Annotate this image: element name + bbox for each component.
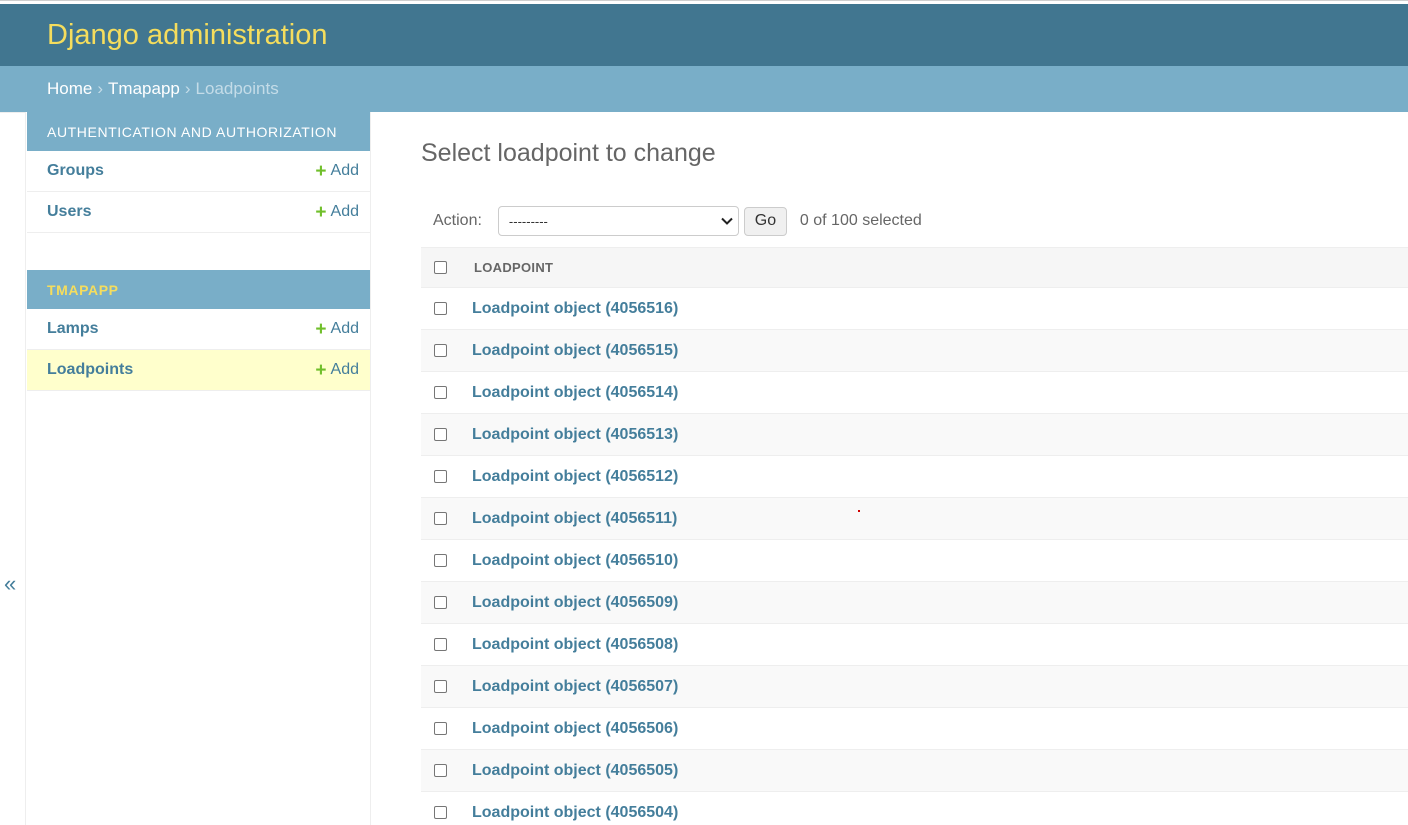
loadpoint-link[interactable]: Loadpoint object (4056504) — [472, 804, 678, 822]
breadcrumb-separator: › — [184, 79, 191, 98]
table-row: Loadpoint object (4056507) — [421, 666, 1408, 708]
table-row: Loadpoint object (4056509) — [421, 582, 1408, 624]
add-groups-button[interactable]: + Add — [315, 162, 359, 181]
selection-counter: 0 of 100 selected — [799, 212, 922, 229]
nav-toggle-strip: « — [0, 112, 26, 825]
table-row: Loadpoint object (4056506) — [421, 708, 1408, 750]
sidebar-item-groups: Groups + Add — [27, 151, 370, 192]
add-lamps-button[interactable]: + Add — [315, 320, 359, 339]
table-row: Loadpoint object (4056511) — [421, 498, 1408, 540]
row-checkbox[interactable] — [434, 806, 447, 819]
plus-icon: + — [315, 318, 327, 340]
loadpoint-link[interactable]: Loadpoint object (4056509) — [472, 594, 678, 612]
add-label: Add — [330, 162, 359, 179]
chevron-down-icon — [721, 217, 733, 225]
loadpoint-link[interactable]: Loadpoint object (4056512) — [472, 468, 678, 486]
table-row: Loadpoint object (4056515) — [421, 330, 1408, 372]
add-loadpoints-button[interactable]: + Add — [315, 361, 359, 380]
loadpoint-link[interactable]: Loadpoint object (4056510) — [472, 552, 678, 570]
sidebar-item-users: Users + Add — [27, 192, 370, 233]
row-checkbox[interactable] — [434, 764, 447, 777]
add-label: Add — [330, 320, 359, 337]
table-row: Loadpoint object (4056504) — [421, 792, 1408, 825]
row-checkbox[interactable] — [434, 554, 447, 567]
table-row: Loadpoint object (4056513) — [421, 414, 1408, 456]
table-body: Loadpoint object (4056516) Loadpoint obje… — [421, 288, 1408, 825]
plus-icon: + — [315, 359, 327, 381]
breadcrumb-app[interactable]: Tmapapp — [108, 79, 180, 99]
site-name[interactable]: Django administration — [47, 19, 327, 52]
loadpoint-link[interactable]: Loadpoint object (4056507) — [472, 678, 678, 696]
row-checkbox[interactable] — [434, 596, 447, 609]
main-container: « Authentication and Authorization Group… — [0, 112, 1408, 825]
loadpoint-link[interactable]: Loadpoint object (4056508) — [472, 636, 678, 654]
row-checkbox[interactable] — [434, 386, 447, 399]
model-link-users[interactable]: Users — [47, 203, 91, 221]
row-checkbox[interactable] — [434, 302, 447, 315]
add-label: Add — [330, 203, 359, 220]
loadpoint-link[interactable]: Loadpoint object (4056514) — [472, 384, 678, 402]
row-checkbox[interactable] — [434, 638, 447, 651]
table-row: Loadpoint object (4056516) — [421, 288, 1408, 330]
row-checkbox[interactable] — [434, 470, 447, 483]
module-spacer — [27, 233, 370, 270]
row-checkbox[interactable] — [434, 344, 447, 357]
double-chevron-left-icon[interactable]: « — [4, 571, 16, 597]
breadcrumb-home[interactable]: Home — [47, 79, 92, 99]
page-title: Select loadpoint to change — [421, 139, 716, 167]
table-row: Loadpoint object (4056505) — [421, 750, 1408, 792]
go-button[interactable]: Go — [743, 206, 787, 236]
module-caption-auth[interactable]: Authentication and Authorization — [27, 112, 370, 151]
breadcrumb: Home › Tmapapp › Loadpoints — [0, 66, 1408, 112]
row-checkbox[interactable] — [434, 428, 447, 441]
sidebar: Authentication and Authorization Groups … — [27, 112, 371, 825]
row-checkbox[interactable] — [434, 722, 447, 735]
loadpoint-link[interactable]: Loadpoint object (4056516) — [472, 300, 678, 318]
table-row: Loadpoint object (4056508) — [421, 624, 1408, 666]
action-bar: Action: --------- Go 0 of 100 selected — [421, 205, 922, 237]
loadpoint-link[interactable]: Loadpoint object (4056515) — [472, 342, 678, 360]
table-row: Loadpoint object (4056510) — [421, 540, 1408, 582]
table-row: Loadpoint object (4056512) — [421, 456, 1408, 498]
sidebar-item-loadpoints: Loadpoints + Add — [27, 350, 370, 391]
loadpoint-link[interactable]: Loadpoint object (4056506) — [472, 720, 678, 738]
add-label: Add — [330, 361, 359, 378]
module-caption-tmapapp[interactable]: Tmapapp — [27, 270, 370, 309]
action-label: Action: — [433, 212, 482, 229]
plus-icon: + — [315, 160, 327, 182]
model-link-groups[interactable]: Groups — [47, 162, 104, 180]
result-table: LOADPOINT Loadpoint object (4056516) Load… — [421, 247, 1408, 825]
model-link-loadpoints[interactable]: Loadpoints — [47, 361, 133, 379]
add-users-button[interactable]: + Add — [315, 203, 359, 222]
row-checkbox[interactable] — [434, 680, 447, 693]
breadcrumb-separator: › — [97, 79, 104, 98]
plus-icon: + — [315, 201, 327, 223]
stray-red-dot — [858, 510, 860, 512]
breadcrumb-current: Loadpoints — [195, 79, 279, 98]
column-header-loadpoint[interactable]: LOADPOINT — [474, 260, 553, 275]
site-header: Django administration — [0, 4, 1408, 66]
table-row: Loadpoint object (4056514) — [421, 372, 1408, 414]
row-checkbox[interactable] — [434, 512, 447, 525]
action-select[interactable]: --------- — [497, 206, 739, 236]
loadpoint-link[interactable]: Loadpoint object (4056511) — [472, 510, 677, 528]
sidebar-item-lamps: Lamps + Add — [27, 309, 370, 350]
loadpoint-link[interactable]: Loadpoint object (4056505) — [472, 762, 678, 780]
action-select-value: --------- — [508, 213, 548, 229]
table-header: LOADPOINT — [421, 247, 1408, 288]
model-link-lamps[interactable]: Lamps — [47, 320, 99, 338]
select-all-checkbox[interactable] — [434, 261, 447, 274]
loadpoint-link[interactable]: Loadpoint object (4056513) — [472, 426, 678, 444]
